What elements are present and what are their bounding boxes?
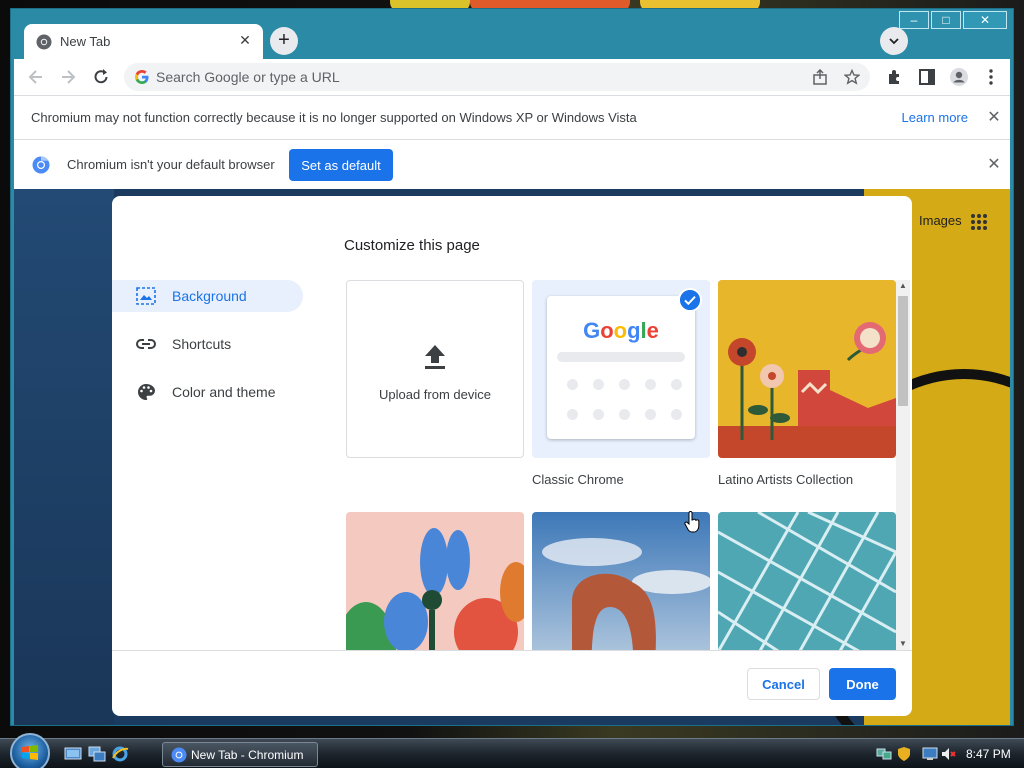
flowers-artwork (346, 512, 524, 650)
sidebar-item-color-theme[interactable]: Color and theme (112, 376, 303, 408)
background-grid: Upload from device Google Classic Chrome… (346, 280, 898, 650)
taskbar-clock[interactable]: 8:47 PM (966, 747, 1011, 761)
chromium-logo-icon (171, 747, 187, 763)
shortcut-dot (619, 379, 630, 390)
omnibox-input[interactable] (156, 67, 796, 87)
flowers-artwork-tile[interactable] (346, 512, 524, 650)
customize-dialog: Customize this page Background Shortcuts… (112, 196, 912, 716)
switch-windows-icon[interactable] (88, 746, 106, 762)
security-shield-icon[interactable] (896, 746, 912, 762)
title-bar: – □ ✕ New Tab ✕ + (11, 9, 1013, 60)
done-button[interactable]: Done (829, 668, 896, 700)
sidebar-item-label: Shortcuts (172, 336, 232, 352)
grid-scrollbar[interactable]: ▲ ▼ (896, 280, 910, 650)
windows-logo-icon (22, 745, 38, 760)
extensions-icon[interactable] (885, 67, 905, 87)
hand-cursor-icon (684, 511, 700, 533)
unsupported-os-infobar: Chromium may not function correctly beca… (14, 95, 1010, 139)
background-shape (14, 189, 114, 725)
minimize-button[interactable]: – (899, 11, 929, 29)
share-icon[interactable] (812, 69, 828, 85)
profile-icon[interactable] (949, 67, 969, 87)
shortcut-dot (645, 409, 656, 420)
omnibox[interactable] (124, 63, 870, 91)
sidebar-item-label: Background (172, 288, 247, 304)
palette-icon (138, 384, 155, 400)
cancel-button[interactable]: Cancel (747, 668, 820, 700)
back-icon[interactable] (26, 67, 46, 87)
dialog-divider (112, 650, 912, 651)
close-window-button[interactable]: ✕ (963, 11, 1007, 29)
bookmark-star-icon[interactable] (844, 69, 860, 85)
chevron-down-icon (889, 38, 899, 45)
image-icon (136, 287, 156, 305)
learn-more-link[interactable]: Learn more (902, 110, 968, 125)
default-browser-infobar: Chromium isn't your default browser Set … (14, 139, 1010, 189)
taskbar: New Tab - Chromium 8:47 PM (0, 733, 1024, 768)
scrollbar-thumb[interactable] (898, 296, 908, 406)
tab-new-tab[interactable]: New Tab ✕ (24, 24, 263, 60)
scroll-down-arrow-icon[interactable]: ▼ (896, 638, 910, 650)
set-as-default-button[interactable]: Set as default (289, 149, 393, 181)
reload-icon[interactable] (91, 67, 111, 87)
apps-grid-icon[interactable] (970, 213, 988, 231)
shortcut-dot (593, 409, 604, 420)
start-button[interactable] (10, 733, 50, 768)
show-desktop-icon[interactable] (64, 746, 82, 762)
default-browser-message: Chromium isn't your default browser (67, 157, 275, 172)
tab-title: New Tab (60, 34, 111, 49)
shortcut-dot (671, 379, 682, 390)
forward-icon[interactable] (58, 67, 78, 87)
google-logo: Google (583, 318, 659, 343)
classic-chrome-tile[interactable]: Google (532, 280, 710, 458)
tab-search-button[interactable] (880, 27, 908, 55)
close-icon[interactable]: ✕ (986, 157, 1002, 173)
tab-close-icon[interactable]: ✕ (237, 32, 253, 49)
google-g-icon (135, 70, 149, 84)
shortcut-dot (645, 379, 656, 390)
sidebar-item-shortcuts[interactable]: Shortcuts (112, 328, 303, 360)
latino-artists-tile[interactable] (718, 280, 896, 458)
upload-icon (425, 345, 445, 369)
taskbar-window-title: New Tab - Chromium (191, 748, 304, 762)
upload-label: Upload from device (379, 387, 491, 402)
search-bar-preview (557, 352, 685, 362)
chrome-icon (36, 34, 52, 50)
display-tray-icon[interactable] (922, 746, 938, 762)
side-panel-icon[interactable] (917, 67, 937, 87)
selected-check-icon (678, 288, 702, 312)
architecture-tile[interactable] (718, 512, 896, 650)
menu-kebab-icon[interactable] (981, 67, 1001, 87)
new-tab-button[interactable]: + (270, 27, 298, 55)
scroll-up-arrow-icon[interactable]: ▲ (896, 280, 910, 292)
shortcut-dot (567, 379, 578, 390)
architecture-artwork (718, 512, 896, 650)
classic-chrome-label: Classic Chrome (532, 472, 624, 487)
maximize-button[interactable]: □ (931, 11, 961, 29)
network-tray-icon[interactable] (876, 746, 892, 762)
shortcut-dot (593, 379, 604, 390)
chromium-logo-icon (32, 156, 50, 174)
unsupported-os-message: Chromium may not function correctly beca… (31, 110, 637, 125)
classic-chrome-preview: Google (547, 296, 695, 439)
shortcut-dot (567, 409, 578, 420)
upload-from-device-tile[interactable]: Upload from device (346, 280, 524, 458)
shortcut-dot (671, 409, 682, 420)
images-link[interactable]: Images (919, 213, 962, 228)
dialog-title: Customize this page (344, 237, 480, 254)
taskbar-chromium-window[interactable]: New Tab - Chromium (162, 742, 318, 767)
link-icon (136, 339, 156, 349)
shortcut-dot (619, 409, 630, 420)
window-controls: – □ ✕ (897, 11, 1007, 29)
internet-explorer-icon[interactable] (111, 746, 129, 762)
latino-artists-label: Latino Artists Collection (718, 472, 854, 487)
close-icon[interactable]: ✕ (986, 110, 1002, 126)
latino-artists-artwork (718, 280, 896, 458)
sidebar-item-label: Color and theme (172, 384, 276, 400)
volume-muted-icon[interactable] (940, 746, 956, 762)
toolbar (14, 59, 1010, 95)
sidebar-item-background[interactable]: Background (112, 280, 303, 312)
